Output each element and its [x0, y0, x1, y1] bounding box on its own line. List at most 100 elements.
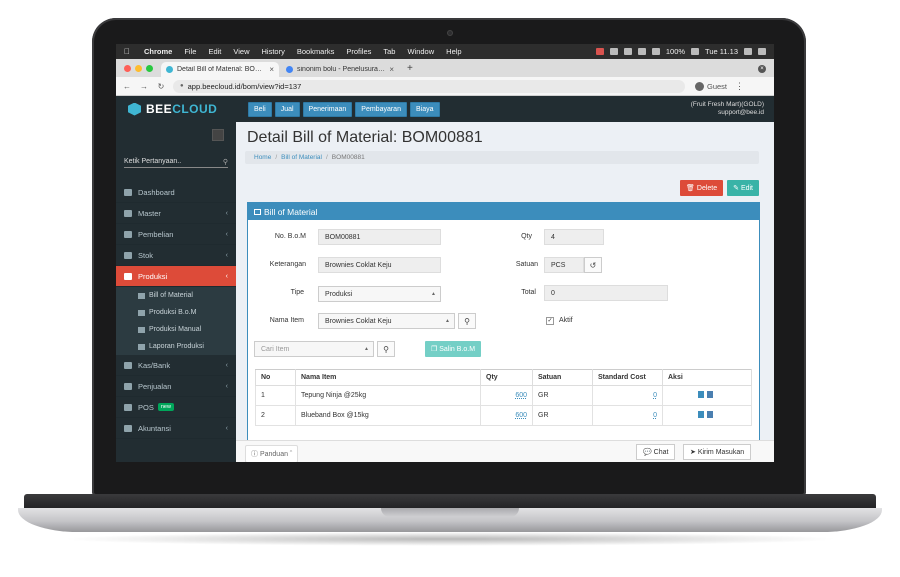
chevron-down-icon: ‹	[225, 272, 228, 280]
sidebar-subitem-produksi-manual[interactable]: Produksi Manual	[116, 321, 236, 338]
minimize-window-icon[interactable]	[135, 65, 142, 72]
menu-profiles[interactable]: Profiles	[340, 47, 377, 56]
menu-app-name[interactable]: Chrome	[138, 47, 178, 56]
menu-help[interactable]: Help	[440, 47, 467, 56]
browser-tab[interactable]: sinonim bolu - Penelusuran Go ×	[281, 62, 399, 77]
cell-qty[interactable]: 600	[480, 385, 533, 406]
nav-penerimaan-button[interactable]: Penerimaan	[302, 101, 353, 117]
trash-icon[interactable]	[707, 391, 713, 398]
reload-icon[interactable]: ↻	[155, 82, 167, 91]
sidebar-item-produksi[interactable]: Produksi ‹	[116, 266, 236, 287]
sidebar-item-dashboard[interactable]: Dashboard	[116, 182, 236, 203]
delete-button[interactable]: 🗑 Delete	[680, 180, 724, 196]
col-satuan[interactable]: Satuan	[532, 369, 593, 386]
sidebar-subitem-bill-of-material[interactable]: Bill of Material	[116, 287, 236, 304]
cari-item-placeholder: Cari Item	[261, 345, 290, 353]
cell-cost[interactable]: 0	[592, 405, 663, 426]
sidebar-item-pos[interactable]: POS new	[116, 397, 236, 418]
satuan-value: PCS	[551, 261, 566, 269]
list-icon	[254, 208, 261, 215]
salin-bom-button[interactable]: ❐ Salin B.o.M	[425, 341, 482, 357]
col-standard-cost[interactable]: Standard Cost	[592, 369, 663, 386]
keterangan-field[interactable]: Brownies Coklat Keju	[318, 257, 441, 273]
forward-icon[interactable]: →	[138, 82, 150, 91]
aktif-checkbox[interactable]: ✓	[546, 317, 554, 325]
breadcrumb-home[interactable]: Home	[254, 154, 271, 161]
apple-icon[interactable]: 	[116, 47, 138, 56]
new-tab-icon[interactable]: +	[401, 63, 419, 77]
battery-icon[interactable]	[691, 48, 700, 55]
close-icon[interactable]: ×	[758, 65, 766, 73]
tab-close-icon[interactable]: ×	[269, 65, 274, 74]
panduan-button[interactable]: ⓘ Panduan ˆ	[245, 445, 299, 462]
menu-edit[interactable]: Edit	[202, 47, 227, 56]
total-field[interactable]: 0	[544, 285, 668, 301]
search-icon[interactable]: ⚲	[223, 158, 228, 166]
nav-pembayaran-button[interactable]: Pembayaran	[355, 101, 407, 117]
sidebar-item-stok[interactable]: Stok ‹	[116, 245, 236, 266]
tipe-select[interactable]: Produksi ▲	[318, 286, 441, 302]
more-menu-icon[interactable]: ⋮	[735, 81, 744, 92]
col-qty[interactable]: Qty	[480, 369, 533, 386]
menu-bookmarks[interactable]: Bookmarks	[291, 47, 341, 56]
sidebar-subitem-produksi-bom[interactable]: Produksi B.o.M	[116, 304, 236, 321]
clock[interactable]: Tue 11.13	[705, 47, 738, 56]
status-app-icon[interactable]	[595, 48, 604, 55]
spotlight-icon[interactable]	[744, 48, 752, 55]
search-icon: ⚲	[383, 344, 389, 354]
breadcrumb-bom[interactable]: Bill of Material	[281, 154, 322, 161]
undo-icon[interactable]: ↺	[584, 257, 602, 273]
back-icon[interactable]: ←	[121, 82, 133, 91]
tab-close-icon[interactable]: ×	[389, 65, 394, 74]
browser-tab-active[interactable]: Detail Bill of Material: BOM00881 ×	[161, 62, 279, 77]
satuan-field[interactable]: PCS	[544, 257, 584, 273]
sidebar-item-master[interactable]: Master ‹	[116, 203, 236, 224]
sidebar-search-input[interactable]: Ketik Pertanyaan.. ⚲	[124, 156, 228, 168]
wifi-icon[interactable]	[637, 48, 646, 55]
volume-icon[interactable]	[651, 48, 660, 55]
pencil-icon[interactable]	[698, 391, 704, 398]
menu-view[interactable]: View	[227, 47, 255, 56]
pencil-icon[interactable]	[698, 411, 704, 418]
search-item-button[interactable]: ⚲	[458, 313, 476, 329]
qty-field[interactable]: 4	[544, 229, 604, 245]
nama-item-select[interactable]: Brownies Coklat Keju ▲	[318, 313, 455, 329]
edit-button[interactable]: ✎ Edit	[727, 180, 759, 196]
status-display-icon[interactable]	[609, 48, 618, 55]
lock-icon[interactable]: ●	[180, 83, 184, 89]
address-bar[interactable]: ● app.beecloud.id/bom/view?id=137	[173, 79, 685, 93]
sidebar-item-pembelian[interactable]: Pembelian ‹	[116, 224, 236, 245]
col-no[interactable]: No	[255, 369, 296, 386]
top-nav: Beli Jual Penerimaan Pembayaran Biaya	[248, 101, 440, 117]
trash-icon[interactable]	[707, 411, 713, 418]
maximize-window-icon[interactable]	[146, 65, 153, 72]
no-bom-field[interactable]: BOM00881	[318, 229, 441, 245]
total-label: Total	[521, 289, 536, 296]
account-info[interactable]: (Fruit Fresh Mart)(GOLD) support@bee.id	[691, 101, 764, 117]
chart-icon	[138, 326, 145, 333]
sidebar-subitem-laporan-produksi[interactable]: Laporan Produksi	[116, 338, 236, 355]
sidebar-item-penjualan[interactable]: Penjualan ‹	[116, 376, 236, 397]
menu-tab[interactable]: Tab	[377, 47, 401, 56]
profile-button[interactable]: Guest	[695, 81, 727, 91]
menu-file[interactable]: File	[178, 47, 202, 56]
close-window-icon[interactable]	[124, 65, 131, 72]
menu-window[interactable]: Window	[401, 47, 440, 56]
sidebar-item-akuntansi[interactable]: Akuntansi ‹	[116, 418, 236, 439]
sidebar-toggle-icon[interactable]	[212, 129, 224, 141]
chat-button[interactable]: 💬 Chat	[636, 444, 676, 460]
cari-item-search-button[interactable]: ⚲	[377, 341, 395, 357]
kirim-masukan-button[interactable]: ➤ Kirim Masukan	[683, 444, 752, 460]
cari-item-select[interactable]: Cari Item ▲	[254, 341, 374, 357]
nav-biaya-button[interactable]: Biaya	[409, 101, 440, 117]
menu-history[interactable]: History	[256, 47, 291, 56]
notification-icon[interactable]	[758, 48, 766, 55]
cell-cost[interactable]: 0	[592, 385, 663, 406]
bluetooth-icon[interactable]	[623, 48, 632, 55]
nav-jual-button[interactable]: Jual	[274, 101, 300, 117]
cell-qty[interactable]: 600	[480, 405, 533, 426]
nav-beli-button[interactable]: Beli	[248, 101, 272, 117]
beecloud-logo[interactable]: BEE CLOUD	[116, 96, 236, 122]
col-nama-item[interactable]: Nama Item	[295, 369, 481, 386]
sidebar-item-kasbank[interactable]: Kas/Bank ‹	[116, 355, 236, 376]
